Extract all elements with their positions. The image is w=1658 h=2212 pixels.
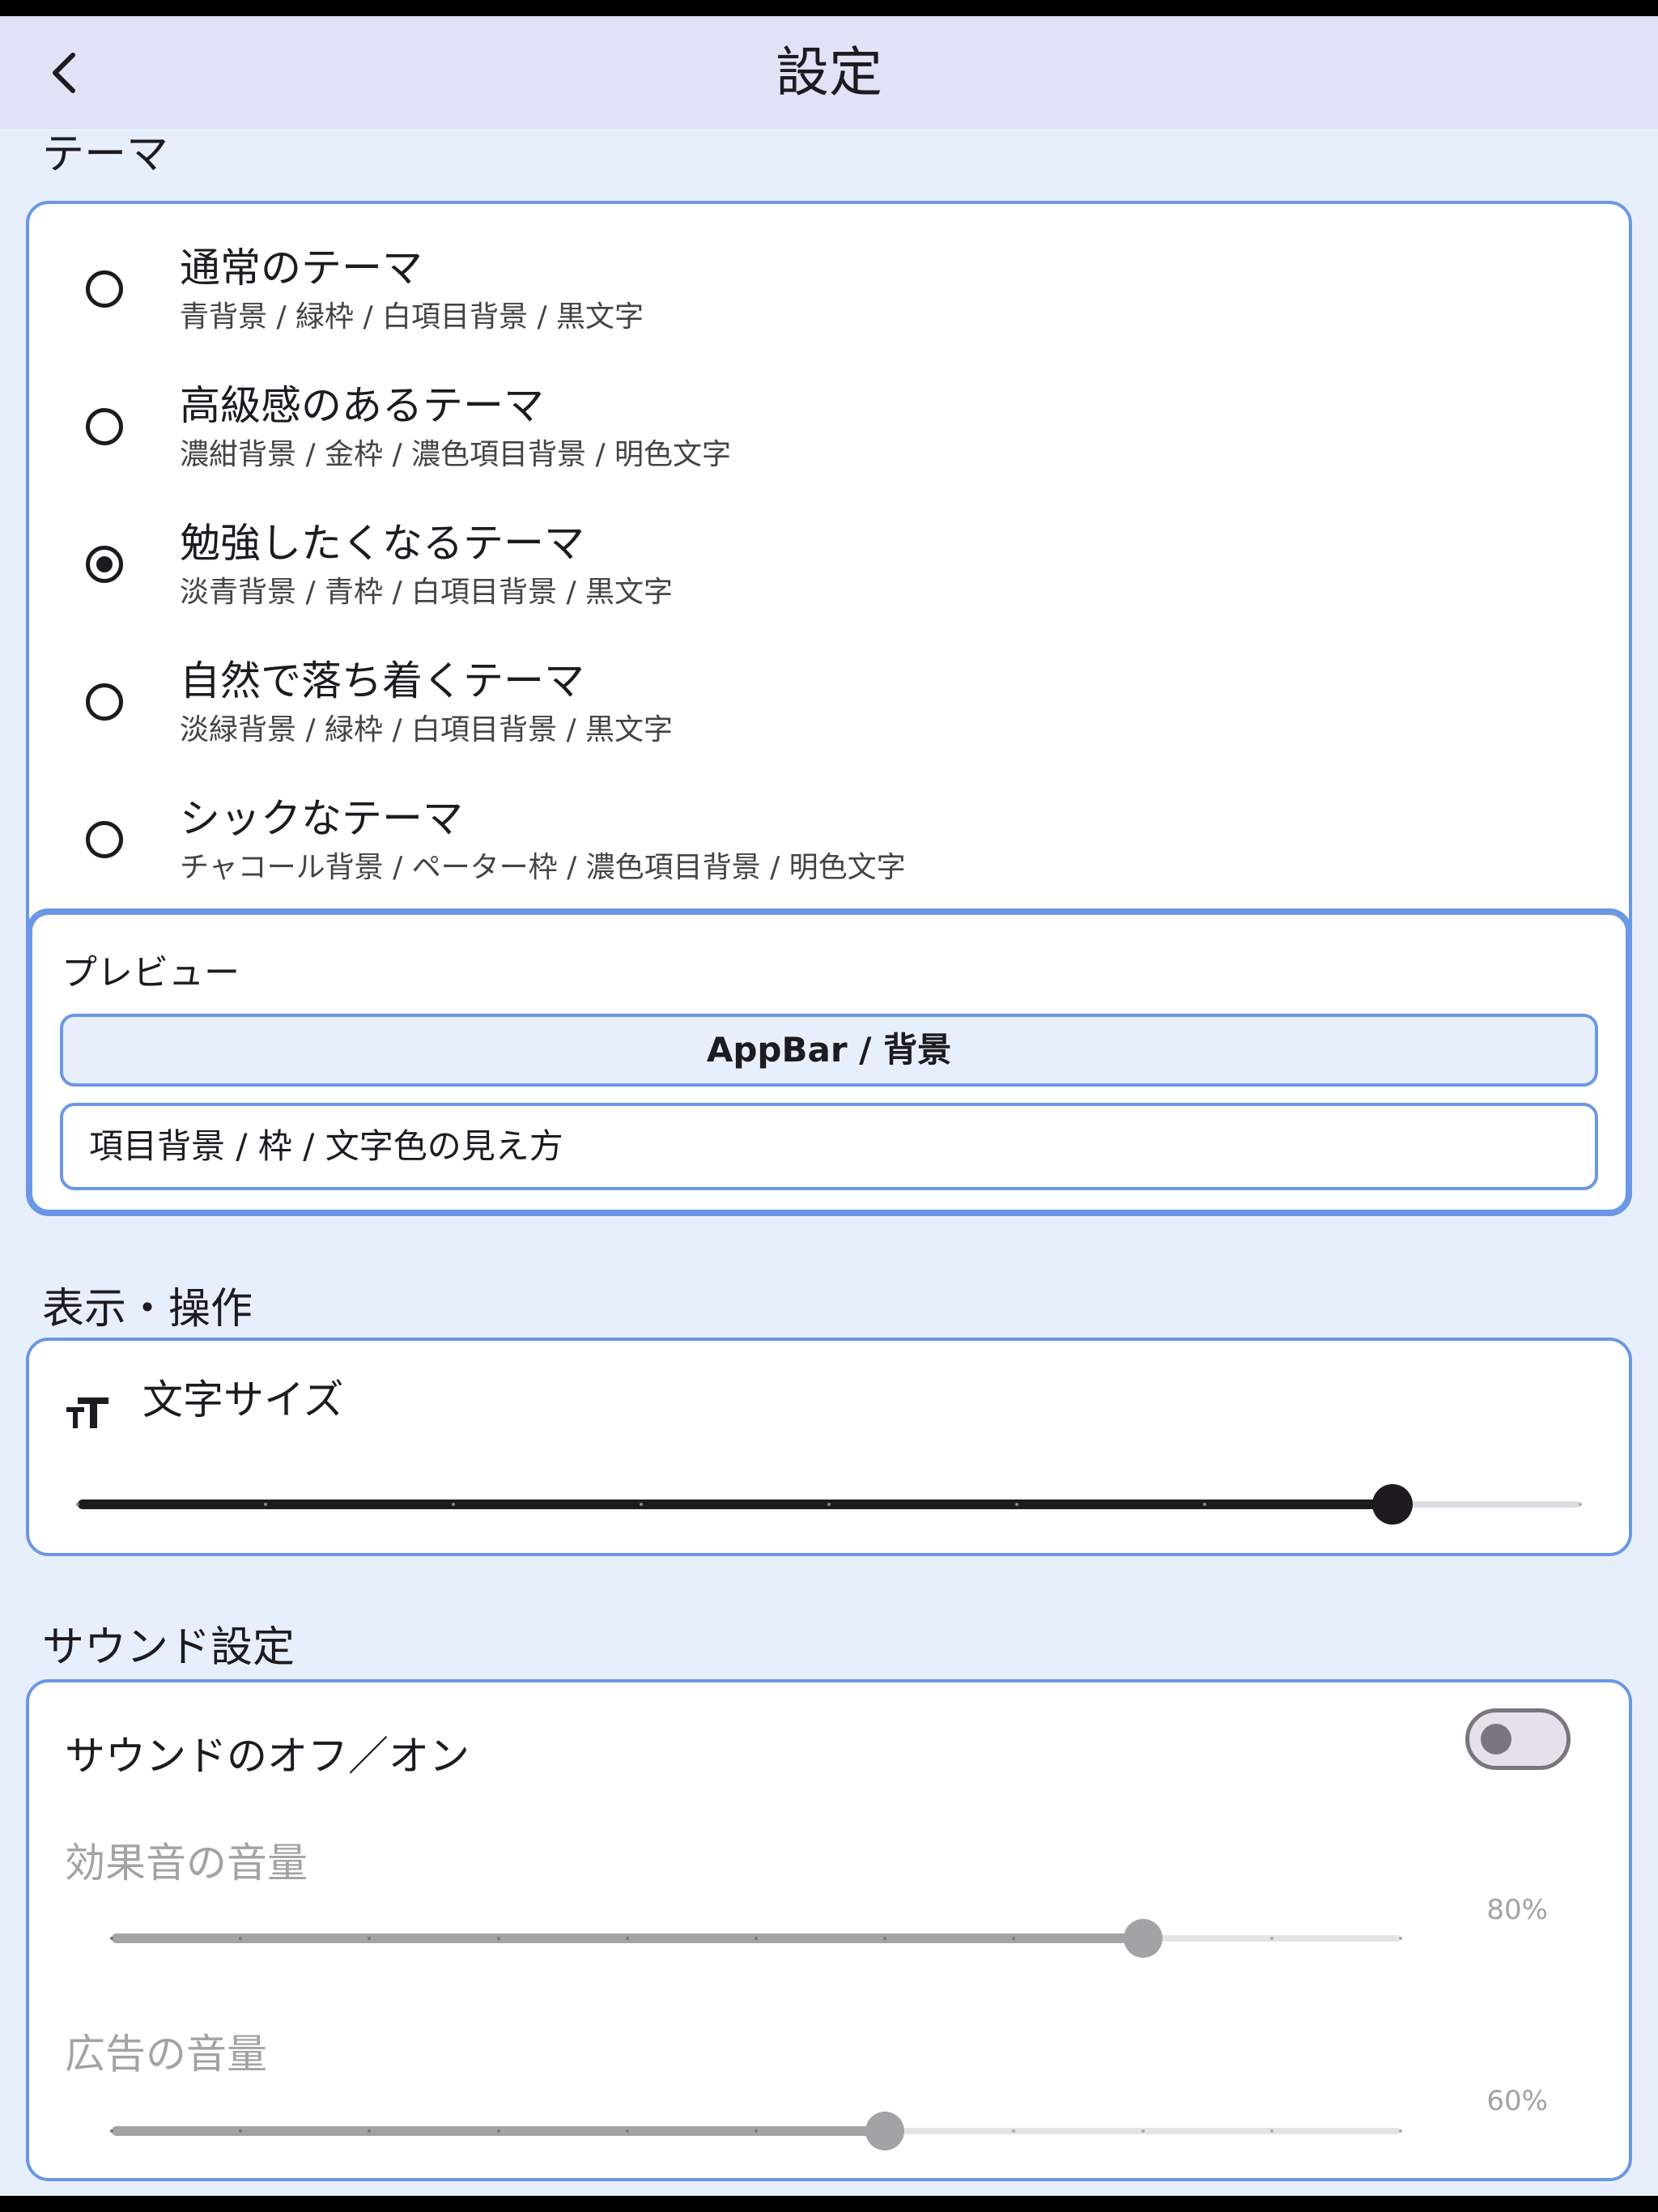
radio-button-selected[interactable] xyxy=(86,546,123,583)
section-title-sound: サウンド設定 xyxy=(42,1623,295,1672)
sound-toggle-switch[interactable] xyxy=(1465,1708,1571,1770)
section-title-display: 表示・操作 xyxy=(42,1285,253,1334)
slider-thumb[interactable] xyxy=(1123,1919,1163,1958)
slider-tick xyxy=(452,1503,455,1506)
slider-tick xyxy=(110,1937,113,1940)
preview-title: プレビュー xyxy=(62,952,240,993)
radio-button[interactable] xyxy=(86,408,123,445)
radio-button[interactable] xyxy=(86,821,123,858)
slider-tick xyxy=(625,2129,629,2133)
ad-volume-value: 60% xyxy=(1486,2085,1548,2117)
sfx-volume-slider[interactable] xyxy=(110,1914,1402,1963)
slider-tick xyxy=(755,2129,758,2133)
slider-thumb[interactable] xyxy=(865,2112,905,2150)
page-title: 設定 xyxy=(776,41,882,104)
text-size-icon xyxy=(66,1397,108,1428)
slider-tick xyxy=(496,1937,500,1940)
slider-thumb[interactable] xyxy=(1372,1484,1413,1525)
slider-tick xyxy=(496,2129,500,2133)
slider-tick xyxy=(1579,1503,1582,1506)
font-size-label: 文字サイズ xyxy=(142,1376,344,1423)
slider-fill xyxy=(78,1499,1392,1509)
theme-name: 高級感のあるテーマ xyxy=(180,382,544,429)
theme-option[interactable]: 通常のテーマ 青背景 / 緑枠 / 白項目背景 / 黒文字 xyxy=(29,220,1629,358)
slider-tick xyxy=(640,1503,643,1506)
theme-description: チャコール背景 / ペーター枠 / 濃色項目背景 / 明色文字 xyxy=(180,851,906,884)
section-title-theme: テーマ xyxy=(42,130,169,179)
ad-volume-slider[interactable] xyxy=(110,2107,1402,2155)
theme-option[interactable]: シックなテーマ チャコール背景 / ペーター枠 / 濃色項目背景 / 明色文字 xyxy=(29,771,1629,908)
slider-tick xyxy=(1269,2129,1273,2133)
theme-option[interactable]: 勉強したくなるテーマ 淡青背景 / 青枠 / 白項目背景 / 黒文字 xyxy=(29,496,1629,633)
slider-tick xyxy=(264,1503,267,1506)
ad-volume-label: 広告の音量 xyxy=(65,2031,267,2078)
preview-appbar-sample: AppBar / 背景 xyxy=(60,1014,1598,1087)
theme-name: 勉強したくなるテーマ xyxy=(180,520,585,567)
slider-tick xyxy=(827,1503,831,1506)
slider-tick xyxy=(625,1937,629,1940)
toggle-knob xyxy=(1481,1724,1511,1755)
theme-description: 淡青背景 / 青枠 / 白項目背景 / 黒文字 xyxy=(180,576,674,609)
theme-option[interactable]: 自然で落ち着くテーマ 淡緑背景 / 緑枠 / 白項目背景 / 黒文字 xyxy=(29,633,1629,771)
theme-name: 自然で落ち着くテーマ xyxy=(180,657,585,704)
font-size-slider[interactable] xyxy=(76,1480,1582,1529)
slider-tick xyxy=(1203,1503,1206,1506)
theme-description: 濃紺背景 / 金枠 / 濃色項目背景 / 明色文字 xyxy=(180,438,732,471)
sfx-volume-value: 80% xyxy=(1486,1894,1548,1926)
sound-toggle-label: サウンドのオフ／オン xyxy=(65,1733,470,1780)
slider-tick xyxy=(1399,1937,1402,1940)
slider-tick xyxy=(755,1937,758,1940)
sfx-volume-label: 効果音の音量 xyxy=(65,1840,308,1887)
theme-name: 通常のテーマ xyxy=(180,245,423,291)
app-bar: 設定 xyxy=(0,16,1658,129)
theme-name: シックなテーマ xyxy=(180,795,463,842)
slider-tick xyxy=(1399,2129,1402,2133)
theme-description: 青背景 / 緑枠 / 白項目背景 / 黒文字 xyxy=(180,300,644,334)
radio-button[interactable] xyxy=(86,270,123,308)
preview-item-sample: 項目背景 / 枠 / 文字色の見え方 xyxy=(60,1103,1598,1190)
slider-tick xyxy=(1141,2129,1145,2133)
theme-option[interactable]: 高級感のあるテーマ 濃紺背景 / 金枠 / 濃色項目背景 / 明色文字 xyxy=(29,358,1629,496)
settings-screen: 設定 テーマ 通常のテーマ 青背景 / 緑枠 / 白項目背景 / 黒文字 高級感… xyxy=(0,16,1658,2196)
slider-tick xyxy=(110,2129,113,2133)
slider-tick xyxy=(1269,1937,1273,1940)
slider-tick xyxy=(1015,1503,1018,1506)
slider-tick xyxy=(76,1503,79,1506)
theme-description: 淡緑背景 / 緑枠 / 白項目背景 / 黒文字 xyxy=(180,713,674,747)
radio-button[interactable] xyxy=(86,683,123,721)
preview-card: プレビュー AppBar / 背景 項目背景 / 枠 / 文字色の見え方 xyxy=(26,908,1632,1216)
